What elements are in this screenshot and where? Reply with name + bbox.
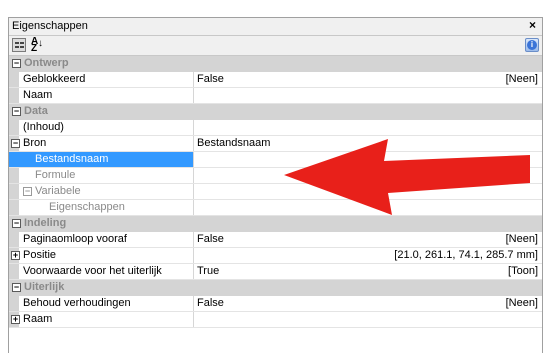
property-value: False: [197, 73, 224, 85]
info-icon[interactable]: i: [525, 38, 539, 52]
collapse-icon[interactable]: −: [12, 219, 21, 228]
property-value-cell[interactable]: [195, 312, 542, 327]
property-label: Voorwaarde voor het uiterlijk: [23, 265, 162, 277]
sort-alphabetical-icon[interactable]: A Z ↓: [30, 37, 44, 54]
category-label-cell: − Data: [9, 104, 409, 119]
property-value-display: [Neen]: [505, 297, 538, 309]
property-label: Paginaomloop vooraf: [23, 233, 127, 245]
close-icon[interactable]: ×: [526, 19, 539, 32]
category-data[interactable]: − Data: [9, 104, 542, 120]
property-label: Eigenschappen: [49, 201, 125, 213]
property-name-cell: Eigenschappen: [9, 200, 194, 215]
sort-glyph-bottom: Z: [31, 43, 38, 54]
property-row-raam[interactable]: + Raam: [9, 312, 542, 328]
property-label: Raam: [23, 313, 53, 325]
property-value-cell[interactable]: False [Neen]: [195, 72, 542, 87]
property-name-cell: Geblokkeerd: [9, 72, 194, 87]
property-name-cell: + Raam: [9, 312, 194, 327]
property-value: True: [197, 265, 220, 277]
property-name-cell: + Positie: [9, 248, 194, 263]
property-value-cell[interactable]: False [Neen]: [195, 296, 542, 311]
property-name-cell: Behoud verhoudingen: [9, 296, 194, 311]
collapse-icon[interactable]: −: [12, 59, 21, 68]
panel-titlebar: Eigenschappen ×: [9, 18, 542, 36]
expand-icon[interactable]: +: [11, 315, 20, 324]
property-label: Behoud verhoudingen: [23, 297, 131, 309]
panel-title: Eigenschappen: [12, 20, 88, 32]
property-row-paginaomloop[interactable]: Paginaomloop vooraf False [Neen]: [9, 232, 542, 248]
property-value-cell[interactable]: False [Neen]: [195, 232, 542, 247]
categorized-icon[interactable]: [12, 38, 26, 52]
property-label: Naam: [23, 89, 53, 101]
property-value: False: [197, 233, 224, 245]
category-label-cell: − Ontwerp: [9, 56, 409, 71]
property-name-cell: − Bron: [9, 136, 194, 151]
property-label: Variabele: [35, 185, 81, 197]
property-label: Formule: [35, 169, 76, 181]
sort-arrow-glyph: ↓: [38, 38, 43, 49]
collapse-icon[interactable]: −: [11, 139, 20, 148]
property-name-cell: Naam: [9, 88, 194, 103]
property-value-display: [21.0, 261.1, 74.1, 285.7 mm]: [394, 249, 538, 261]
property-row-behoud[interactable]: Behoud verhoudingen False [Neen]: [9, 296, 542, 312]
property-value-display: [Neen]: [505, 233, 538, 245]
property-name-cell: (Inhoud): [9, 120, 194, 135]
category-uiterlijk[interactable]: − Uiterlijk: [9, 280, 542, 296]
property-value-cell[interactable]: [21.0, 261.1, 74.1, 285.7 mm]: [195, 248, 542, 263]
category-label: Ontwerp: [24, 57, 69, 69]
property-label: Bron: [23, 137, 47, 149]
property-name-cell: Formule: [9, 168, 194, 183]
property-label: (Inhoud): [23, 121, 64, 133]
category-label: Uiterlijk: [24, 281, 65, 293]
property-value: Bestandsnaam: [197, 137, 271, 149]
collapse-icon[interactable]: −: [12, 283, 21, 292]
property-name-cell: Voorwaarde voor het uiterlijk: [9, 264, 194, 279]
info-glyph: i: [527, 40, 537, 50]
property-label: Geblokkeerd: [23, 73, 86, 85]
category-label: Data: [24, 105, 48, 117]
property-value-cell[interactable]: True [Toon]: [195, 264, 542, 279]
category-label-cell: − Uiterlijk: [9, 280, 409, 295]
property-name-cell: Paginaomloop vooraf: [9, 232, 194, 247]
property-value-cell[interactable]: [195, 88, 542, 103]
annotation-arrow-icon: [284, 139, 530, 215]
property-value-display: [Neen]: [505, 73, 538, 85]
property-label: Positie: [23, 249, 57, 261]
collapse-icon[interactable]: −: [12, 107, 21, 116]
property-value: False: [197, 297, 224, 309]
property-row-naam[interactable]: Naam: [9, 88, 542, 104]
category-ontwerp[interactable]: − Ontwerp: [9, 56, 542, 72]
property-name-cell: Bestandsnaam: [9, 152, 194, 167]
property-label: Bestandsnaam: [35, 153, 109, 165]
category-label: Indeling: [24, 217, 67, 229]
property-value-display: [Toon]: [508, 265, 538, 277]
arrow-shape: [284, 139, 530, 215]
expand-icon[interactable]: +: [11, 251, 20, 260]
panel-toolbar: A Z ↓ i: [9, 36, 542, 56]
property-name-cell: − Variabele: [9, 184, 194, 199]
property-row-voorwaarde[interactable]: Voorwaarde voor het uiterlijk True [Toon…: [9, 264, 542, 280]
property-row-positie[interactable]: + Positie [21.0, 261.1, 74.1, 285.7 mm]: [9, 248, 542, 264]
property-row-geblokkeerd[interactable]: Geblokkeerd False [Neen]: [9, 72, 542, 88]
collapse-icon[interactable]: −: [23, 187, 32, 196]
